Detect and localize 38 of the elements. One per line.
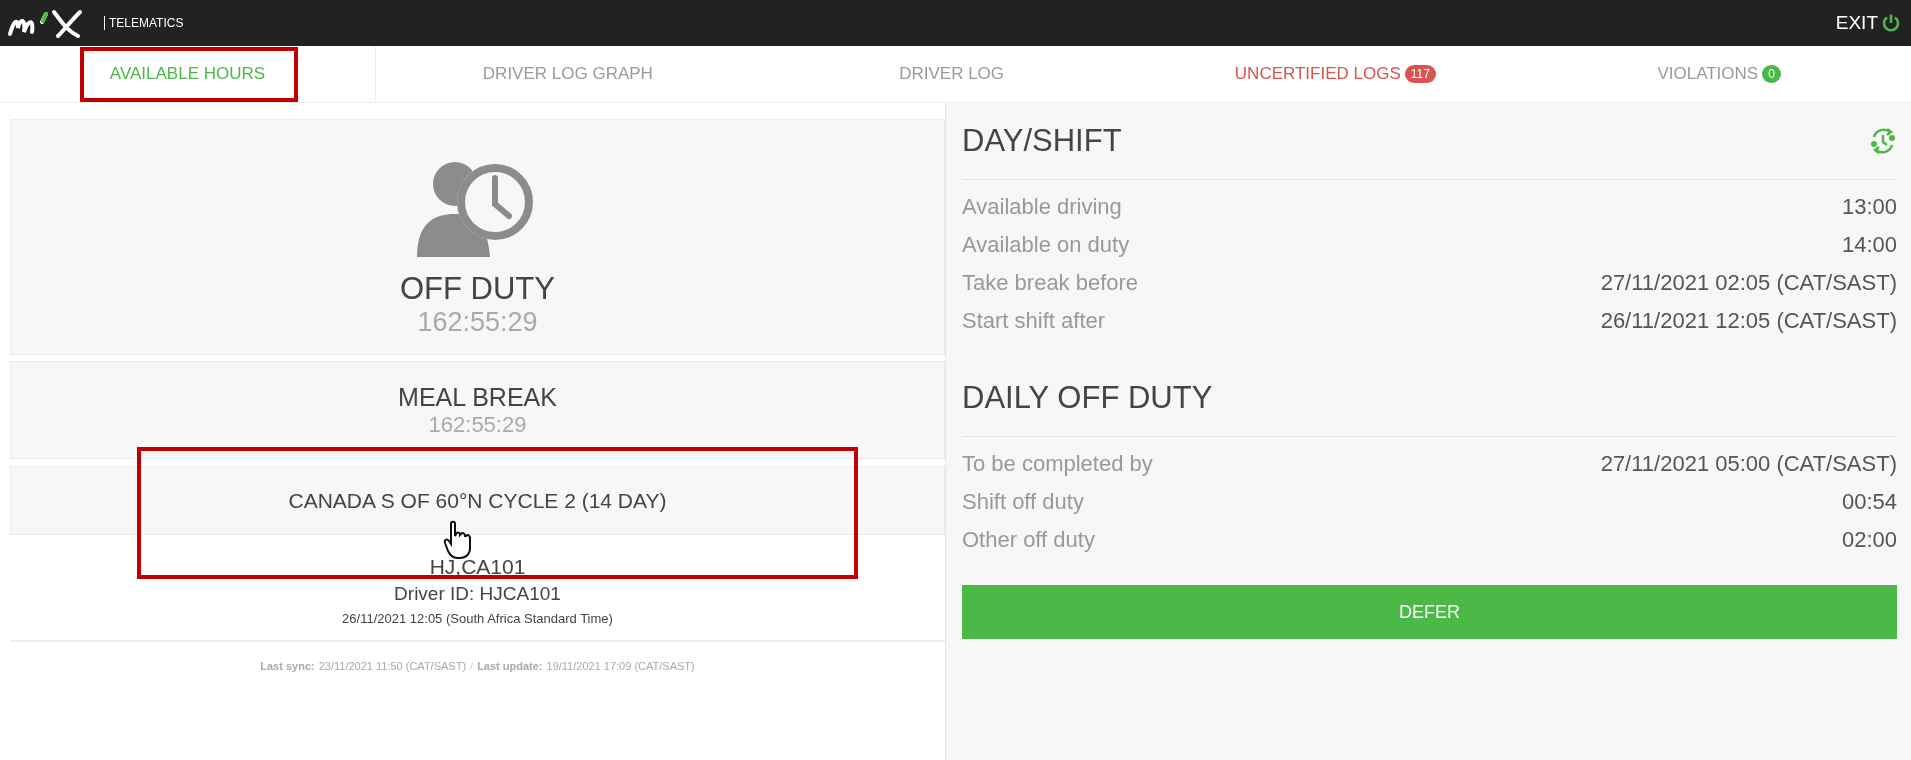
sync-label: Last sync: — [260, 660, 315, 672]
count-badge: 0 — [1762, 65, 1781, 83]
meal-break-timer: 162:55:29 — [428, 411, 527, 438]
row-label: Take break before — [962, 270, 1139, 296]
sync-value: 23/11/2021 11:50 (CAT/SAST) — [318, 660, 467, 672]
logo-text: TELEMATICS — [104, 16, 184, 30]
status-title: OFF DUTY — [400, 271, 555, 307]
row-label: Available on duty — [962, 232, 1130, 258]
meal-break-title: MEAL BREAK — [398, 382, 557, 412]
row-value: 26/11/2021 12:05 (CAT/SAST) — [1600, 308, 1897, 334]
row-value: 00:54 — [1841, 489, 1897, 515]
section-title: DAY/SHIFT — [962, 123, 1122, 159]
sync-clock-icon[interactable] — [1869, 127, 1897, 155]
defer-button[interactable]: DEFER — [962, 585, 1897, 639]
count-badge: 117 — [1404, 65, 1436, 83]
exit-button[interactable]: EXIT — [1835, 12, 1901, 34]
update-value: 19/11/2021 17:09 (CAT/SAST) — [546, 660, 695, 672]
driver-name: HJ,CA101 — [429, 555, 526, 579]
row-value: 13:00 — [1841, 194, 1897, 220]
row-value: 14:00 — [1841, 232, 1897, 258]
hand-cursor-icon — [443, 520, 473, 560]
row-label: Available driving — [962, 194, 1122, 220]
row-label: Shift off duty — [962, 489, 1084, 515]
row-label: Start shift after — [962, 308, 1106, 334]
row-label: Other off duty — [962, 527, 1095, 553]
status-timer: 162:55:29 — [417, 307, 538, 338]
row-label: To be completed by — [962, 451, 1153, 477]
row-value: 02:00 — [1841, 527, 1897, 553]
driver-id: Driver ID: HJCA101 — [394, 583, 561, 605]
row-value: 27/11/2021 05:00 (CAT/SAST) — [1600, 451, 1897, 477]
cycle-label: CANADA S OF 60°N CYCLE 2 (14 DAY) — [288, 488, 667, 513]
separator-text: / — [470, 660, 474, 672]
section-title: DAILY OFF DUTY — [962, 380, 1213, 416]
row-value: 27/11/2021 02:05 (CAT/SAST) — [1600, 270, 1897, 296]
update-label: Last update: — [477, 660, 543, 672]
driver-time: 26/11/2021 12:05 (South Africa Standard Time) — [342, 611, 613, 626]
power-icon — [1881, 13, 1901, 33]
cycle-card[interactable]: CANADA S OF 60°N CYCLE 2 (14 DAY) — [10, 466, 945, 535]
